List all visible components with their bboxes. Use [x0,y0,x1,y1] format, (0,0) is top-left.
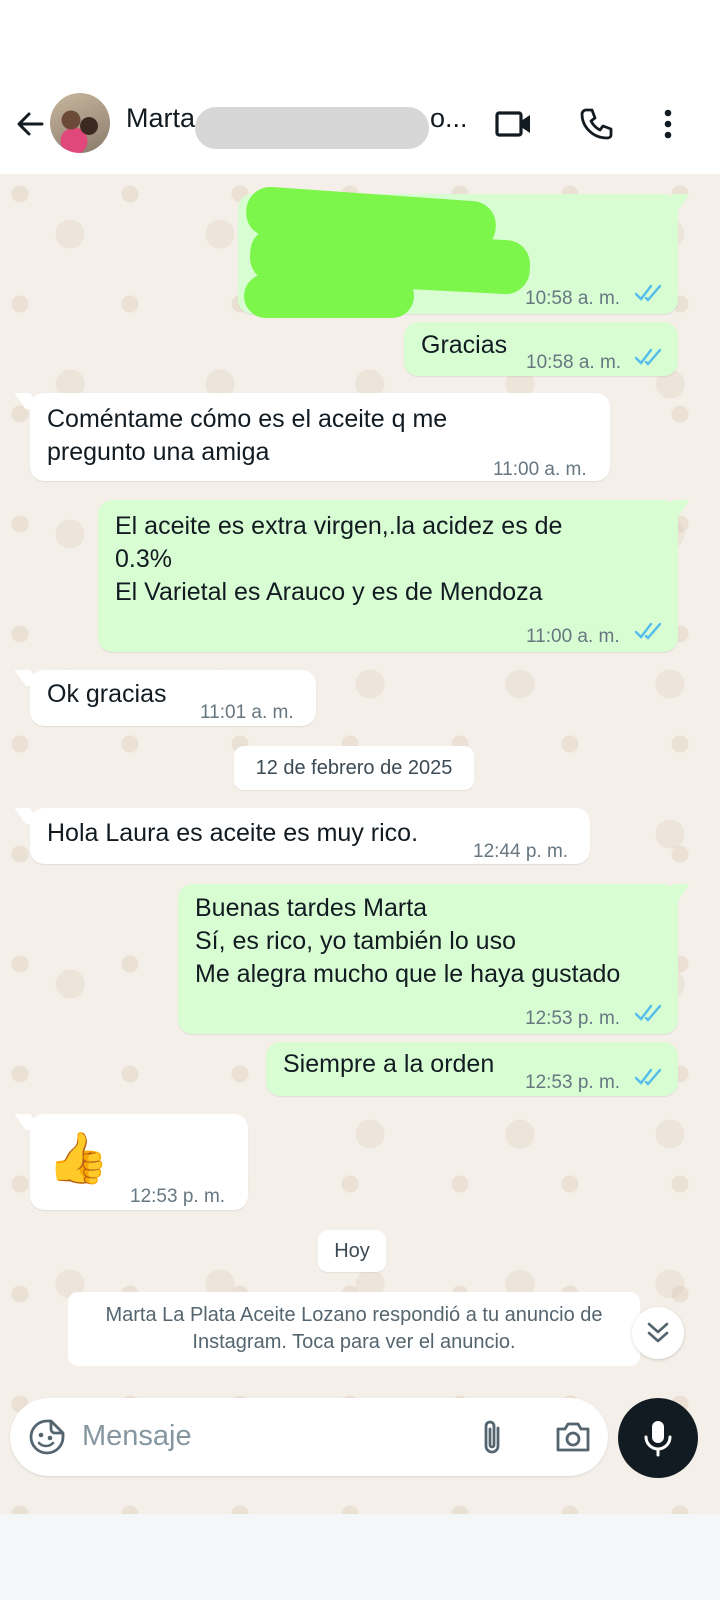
redaction-scribble [244,274,414,318]
message-time: 12:53 p. m. [525,1008,621,1029]
message-text: El aceite es extra virgen,.la acidez es … [115,512,563,606]
sticker-icon[interactable] [28,1418,66,1456]
message-bubble-outgoing[interactable]: Buenas tardes Marta Sí, es rico, yo tamb… [178,884,678,1034]
read-ticks-icon [634,284,662,302]
more-options-icon[interactable] [648,104,688,144]
back-arrow-icon[interactable] [12,106,48,142]
contact-name-tail[interactable]: o... [430,103,468,134]
read-ticks-icon [634,1068,662,1086]
double-chevron-down-icon [647,1322,669,1343]
message-time: 11:00 a. m. [493,459,587,480]
read-ticks-icon [634,622,662,640]
message-bubble-incoming[interactable]: Coméntame cómo es el aceite q me pregunt… [30,393,610,481]
message-time: 10:58 a. m. [526,352,622,373]
camera-icon[interactable] [554,1420,592,1456]
message-text: Buenas tardes Marta Sí, es rico, yo tamb… [195,894,621,988]
message-text: Hola Laura es aceite es muy rico. [47,819,419,847]
message-bubble-outgoing[interactable]: Gracias 10:58 a. m. [404,322,678,376]
voice-call-icon[interactable] [576,104,616,144]
attach-icon[interactable] [478,1418,508,1458]
microphone-icon [644,1421,672,1457]
message-bubble-outgoing[interactable]: Siempre a la orden 12:53 p. m. [266,1042,678,1096]
ad-reply-notice[interactable]: Marta La Plata Aceite Lozano respondió a… [68,1292,640,1366]
read-ticks-icon [634,348,662,366]
message-text: Ok gracias [47,680,167,708]
message-time: 12:53 p. m. [130,1186,226,1207]
date-chip-today: Hoy [318,1230,386,1272]
status-bar [0,0,720,90]
message-text: Siempre a la orden [283,1050,495,1078]
message-bubble-incoming[interactable]: Ok gracias 11:01 a. m. [30,670,316,726]
date-chip: 12 de febrero de 2025 [234,746,474,790]
message-time: 11:00 a. m. [526,626,620,647]
system-nav-area [0,1514,720,1600]
read-ticks-icon [634,1004,662,1022]
message-text: Coméntame cómo es el aceite q me pregunt… [47,405,448,466]
message-time: 12:53 p. m. [525,1072,621,1093]
message-composer[interactable]: Mensaje [10,1398,608,1476]
redaction-bar [195,107,429,149]
video-call-icon[interactable] [494,104,534,144]
chat-header: Marta o... [0,90,720,174]
voice-message-button[interactable] [618,1398,698,1478]
message-text: Gracias [421,331,508,359]
scroll-to-bottom-button[interactable] [632,1307,684,1359]
message-bubble-incoming[interactable]: 👍 12:53 p. m. [30,1114,248,1210]
message-bubble-incoming[interactable]: Hola Laura es aceite es muy rico. 12:44 … [30,808,590,864]
message-bubble-outgoing[interactable]: El aceite es extra virgen,.la acidez es … [98,500,678,652]
message-time: 11:01 a. m. [200,702,294,723]
thumbs-up-emoji: 👍 [47,1130,110,1186]
message-time: 12:44 p. m. [473,841,569,862]
contact-avatar[interactable] [50,93,110,153]
chat-area[interactable]: 10:58 a. m. Gracias 10:58 a. m. Coméntam… [0,174,720,1514]
message-time: 10:58 a. m. [525,288,621,309]
message-input[interactable]: Mensaje [82,1420,192,1453]
message-bubble-outgoing[interactable]: 10:58 a. m. [238,185,678,318]
